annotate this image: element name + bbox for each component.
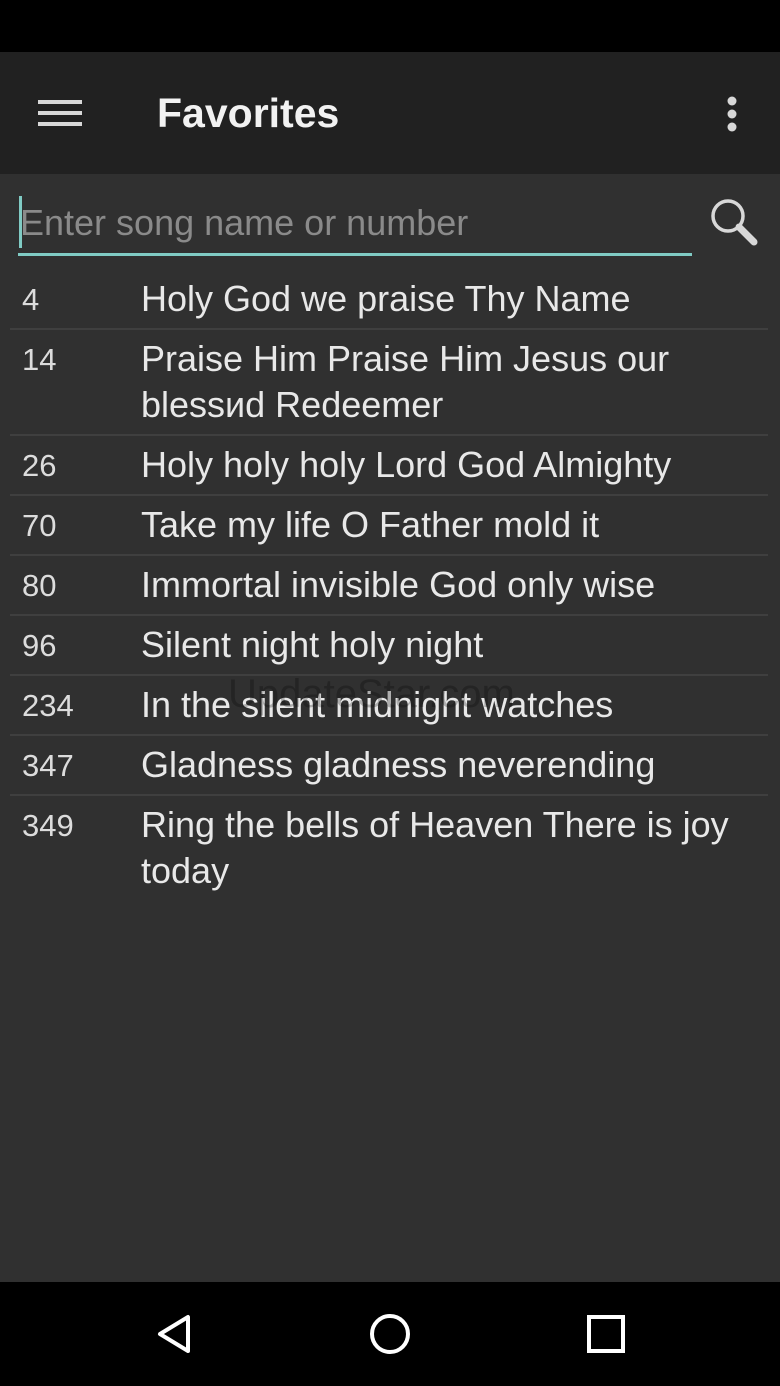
song-title: Holy holy holy Lord God Almighty <box>141 444 672 485</box>
recents-button[interactable] <box>576 1306 636 1362</box>
navigation-bar <box>0 1282 780 1386</box>
song-number: 96 <box>22 628 57 663</box>
search-icon <box>711 199 758 246</box>
song-number: 14 <box>22 342 57 377</box>
app-bar: Favorites <box>0 52 780 174</box>
home-button[interactable] <box>360 1306 420 1362</box>
song-number: 80 <box>22 568 57 603</box>
song-row[interactable]: 347 Gladness gladness neverending <box>10 736 768 796</box>
song-number: 4 <box>22 282 40 317</box>
song-title: Silent night holy night <box>141 624 484 665</box>
back-triangle-icon <box>158 1315 190 1353</box>
song-title: Take my life O Father mold it <box>141 504 600 545</box>
song-row[interactable]: 96 Silent night holy night <box>10 616 768 676</box>
menu-button[interactable] <box>28 88 92 138</box>
song-row[interactable]: 349 Ring the bells of Heaven There is jo… <box>10 796 768 900</box>
song-title: Gladness gladness neverending <box>141 744 656 785</box>
recents-square-icon <box>587 1315 625 1353</box>
search-input[interactable] <box>18 192 692 256</box>
song-row[interactable]: 26 Holy holy holy Lord God Almighty <box>10 436 768 496</box>
song-number: 234 <box>22 688 74 723</box>
home-circle-icon <box>370 1314 410 1354</box>
song-title: Immortal invisible God only wise <box>141 564 656 605</box>
song-title: Ring the bells of Heaven There is joy to… <box>141 804 729 891</box>
hamburger-menu-icon <box>38 100 82 126</box>
song-row[interactable]: 14 Praise Him Praise Him Jesus our bless… <box>10 330 768 436</box>
overflow-menu-button[interactable] <box>712 88 752 140</box>
watermark: UpdateStar.com <box>228 672 515 716</box>
song-number: 347 <box>22 748 74 783</box>
page-title: Favorites <box>157 90 340 136</box>
back-button[interactable] <box>144 1306 204 1362</box>
song-row[interactable]: 80 Immortal invisible God only wise <box>10 556 768 616</box>
text-cursor <box>19 196 22 248</box>
search-bar <box>18 192 763 258</box>
song-number: 26 <box>22 448 57 483</box>
song-number: 349 <box>22 808 74 843</box>
song-list: 4 Holy God we praise Thy Name 14 Praise … <box>10 270 768 900</box>
song-title: Holy God we praise Thy Name <box>141 278 631 319</box>
song-row[interactable]: 70 Take my life O Father mold it <box>10 496 768 556</box>
song-number: 70 <box>22 508 57 543</box>
more-vert-icon <box>727 96 737 132</box>
song-row[interactable]: 4 Holy God we praise Thy Name <box>10 270 768 330</box>
main-content: 4 Holy God we praise Thy Name 14 Praise … <box>0 174 780 1282</box>
status-bar <box>0 0 780 52</box>
search-button[interactable] <box>706 194 762 250</box>
song-title: Praise Him Praise Him Jesus our blessиd … <box>141 338 670 425</box>
